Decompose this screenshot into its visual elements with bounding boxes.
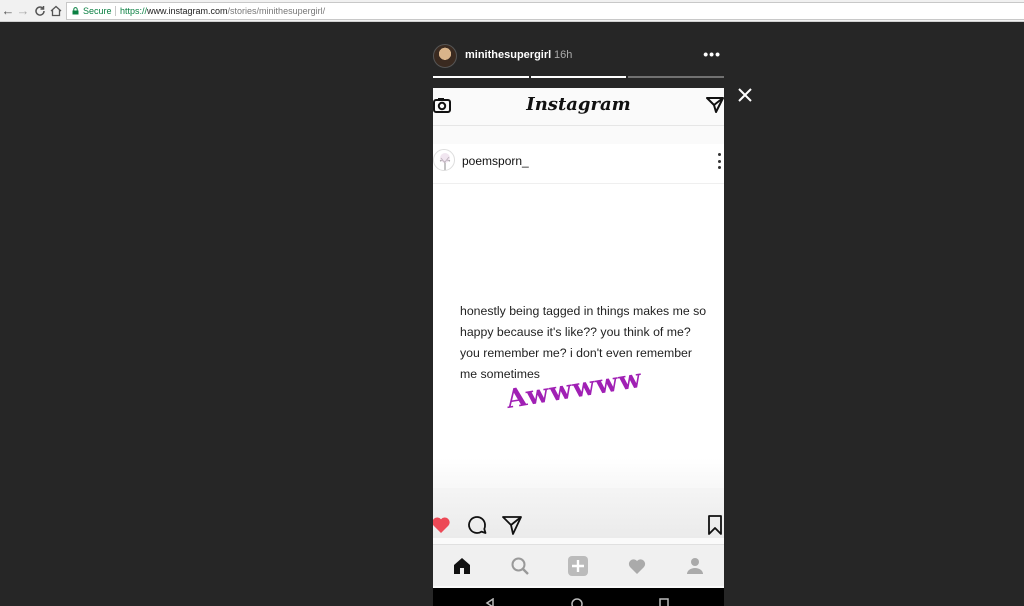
instagram-tab-bar [433, 544, 724, 586]
address-bar[interactable]: Secure https://www.instagram.com/stories… [66, 2, 1024, 20]
comment-icon [468, 516, 487, 534]
story-image[interactable]: Instagram poemsporn_ honestly being tagg… [433, 88, 724, 606]
browser-toolbar: ← → Secure https://www.instagram.com/sto… [0, 0, 1024, 22]
url-host: www.instagram.com [147, 6, 228, 16]
story-avatar[interactable] [433, 44, 457, 68]
bookmark-icon [708, 515, 722, 535]
android-nav-bar [433, 588, 724, 606]
url-scheme: https:// [120, 6, 148, 16]
add-post-tab-icon [566, 554, 590, 578]
address-separator [115, 6, 116, 16]
post-header: poemsporn_ [433, 144, 724, 184]
profile-tab-icon [683, 554, 707, 578]
story-time: 16h [554, 49, 573, 61]
post-avatar [433, 149, 455, 171]
home-tab-icon [450, 554, 474, 578]
android-recents-icon [659, 598, 669, 606]
instagram-logo: Instagram [526, 94, 631, 115]
android-back-icon [485, 598, 494, 606]
share-icon [502, 516, 522, 535]
secure-label: Secure [83, 6, 112, 16]
close-icon[interactable] [737, 87, 753, 103]
story-progress [433, 76, 725, 78]
forward-icon[interactable]: → [15, 3, 31, 19]
activity-tab-icon [625, 554, 649, 578]
back-icon[interactable]: ← [0, 3, 16, 19]
android-home-icon [571, 598, 583, 606]
instagram-header: Instagram [433, 88, 724, 126]
reload-icon[interactable] [32, 3, 48, 19]
heart-filled-icon [433, 517, 450, 533]
search-tab-icon [508, 554, 532, 578]
post-username: poemsporn_ [462, 154, 529, 168]
more-options-icon[interactable]: ••• [703, 46, 721, 62]
direct-message-icon [706, 97, 724, 113]
lock-icon [72, 7, 79, 15]
post-content: honestly being tagged in things makes me… [433, 184, 724, 488]
progress-segment [433, 76, 529, 78]
story-header: minithesupergirl 16h ••• [433, 40, 725, 72]
url-path: /stories/minithesupergirl/ [227, 6, 326, 16]
post-actions [433, 513, 724, 539]
progress-segment [628, 76, 725, 78]
progress-segment [530, 76, 627, 78]
post-options-icon [717, 153, 721, 169]
home-icon[interactable] [48, 3, 64, 19]
url-text[interactable]: https://www.instagram.com/stories/minith… [120, 3, 325, 19]
story-username[interactable]: minithesupergirl [465, 49, 551, 61]
